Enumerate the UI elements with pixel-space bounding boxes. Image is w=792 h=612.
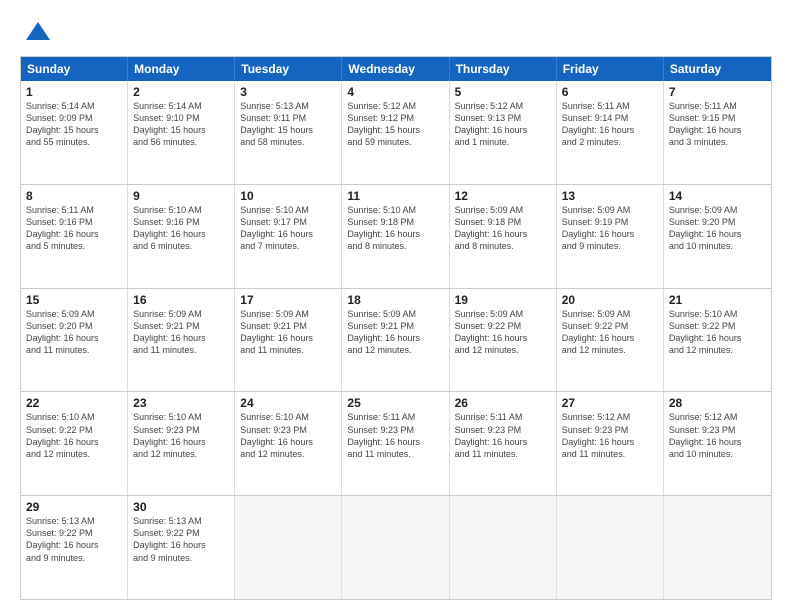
- cal-cell: 9Sunrise: 5:10 AM Sunset: 9:16 PM Daylig…: [128, 185, 235, 288]
- cal-cell: 27Sunrise: 5:12 AM Sunset: 9:23 PM Dayli…: [557, 392, 664, 495]
- cal-cell: 12Sunrise: 5:09 AM Sunset: 9:18 PM Dayli…: [450, 185, 557, 288]
- cal-cell: 10Sunrise: 5:10 AM Sunset: 9:17 PM Dayli…: [235, 185, 342, 288]
- cal-cell: 17Sunrise: 5:09 AM Sunset: 9:21 PM Dayli…: [235, 289, 342, 392]
- cal-cell: 2Sunrise: 5:14 AM Sunset: 9:10 PM Daylig…: [128, 81, 235, 184]
- cal-cell: 6Sunrise: 5:11 AM Sunset: 9:14 PM Daylig…: [557, 81, 664, 184]
- cal-cell: 25Sunrise: 5:11 AM Sunset: 9:23 PM Dayli…: [342, 392, 449, 495]
- cal-week-4: 29Sunrise: 5:13 AM Sunset: 9:22 PM Dayli…: [21, 495, 771, 599]
- cal-week-2: 15Sunrise: 5:09 AM Sunset: 9:20 PM Dayli…: [21, 288, 771, 392]
- cal-cell: 7Sunrise: 5:11 AM Sunset: 9:15 PM Daylig…: [664, 81, 771, 184]
- cal-cell: 14Sunrise: 5:09 AM Sunset: 9:20 PM Dayli…: [664, 185, 771, 288]
- cal-cell: 3Sunrise: 5:13 AM Sunset: 9:11 PM Daylig…: [235, 81, 342, 184]
- cal-cell: 1Sunrise: 5:14 AM Sunset: 9:09 PM Daylig…: [21, 81, 128, 184]
- cal-cell: [235, 496, 342, 599]
- logo: [20, 18, 52, 46]
- cal-cell: 22Sunrise: 5:10 AM Sunset: 9:22 PM Dayli…: [21, 392, 128, 495]
- calendar: SundayMondayTuesdayWednesdayThursdayFrid…: [20, 56, 772, 600]
- header-day-monday: Monday: [128, 57, 235, 81]
- cal-week-3: 22Sunrise: 5:10 AM Sunset: 9:22 PM Dayli…: [21, 391, 771, 495]
- cal-cell: 4Sunrise: 5:12 AM Sunset: 9:12 PM Daylig…: [342, 81, 449, 184]
- page: SundayMondayTuesdayWednesdayThursdayFrid…: [0, 0, 792, 612]
- logo-icon: [24, 18, 52, 46]
- cal-cell: 13Sunrise: 5:09 AM Sunset: 9:19 PM Dayli…: [557, 185, 664, 288]
- header-day-saturday: Saturday: [664, 57, 771, 81]
- cal-cell: 8Sunrise: 5:11 AM Sunset: 9:16 PM Daylig…: [21, 185, 128, 288]
- header: [20, 18, 772, 46]
- calendar-header: SundayMondayTuesdayWednesdayThursdayFrid…: [21, 57, 771, 81]
- cal-cell: 15Sunrise: 5:09 AM Sunset: 9:20 PM Dayli…: [21, 289, 128, 392]
- cal-cell: [557, 496, 664, 599]
- cal-cell: [342, 496, 449, 599]
- cal-cell: 20Sunrise: 5:09 AM Sunset: 9:22 PM Dayli…: [557, 289, 664, 392]
- cal-cell: 11Sunrise: 5:10 AM Sunset: 9:18 PM Dayli…: [342, 185, 449, 288]
- header-day-sunday: Sunday: [21, 57, 128, 81]
- cal-week-1: 8Sunrise: 5:11 AM Sunset: 9:16 PM Daylig…: [21, 184, 771, 288]
- cal-cell: 30Sunrise: 5:13 AM Sunset: 9:22 PM Dayli…: [128, 496, 235, 599]
- cal-cell: 23Sunrise: 5:10 AM Sunset: 9:23 PM Dayli…: [128, 392, 235, 495]
- cal-cell: [664, 496, 771, 599]
- cal-cell: 28Sunrise: 5:12 AM Sunset: 9:23 PM Dayli…: [664, 392, 771, 495]
- header-day-wednesday: Wednesday: [342, 57, 449, 81]
- cal-cell: 18Sunrise: 5:09 AM Sunset: 9:21 PM Dayli…: [342, 289, 449, 392]
- cal-cell: 16Sunrise: 5:09 AM Sunset: 9:21 PM Dayli…: [128, 289, 235, 392]
- cal-week-0: 1Sunrise: 5:14 AM Sunset: 9:09 PM Daylig…: [21, 81, 771, 184]
- header-day-tuesday: Tuesday: [235, 57, 342, 81]
- cal-cell: [450, 496, 557, 599]
- cal-cell: 26Sunrise: 5:11 AM Sunset: 9:23 PM Dayli…: [450, 392, 557, 495]
- cal-cell: 5Sunrise: 5:12 AM Sunset: 9:13 PM Daylig…: [450, 81, 557, 184]
- cal-cell: 19Sunrise: 5:09 AM Sunset: 9:22 PM Dayli…: [450, 289, 557, 392]
- header-day-thursday: Thursday: [450, 57, 557, 81]
- cal-cell: 21Sunrise: 5:10 AM Sunset: 9:22 PM Dayli…: [664, 289, 771, 392]
- cal-cell: 24Sunrise: 5:10 AM Sunset: 9:23 PM Dayli…: [235, 392, 342, 495]
- header-day-friday: Friday: [557, 57, 664, 81]
- cal-cell: 29Sunrise: 5:13 AM Sunset: 9:22 PM Dayli…: [21, 496, 128, 599]
- calendar-body: 1Sunrise: 5:14 AM Sunset: 9:09 PM Daylig…: [21, 81, 771, 599]
